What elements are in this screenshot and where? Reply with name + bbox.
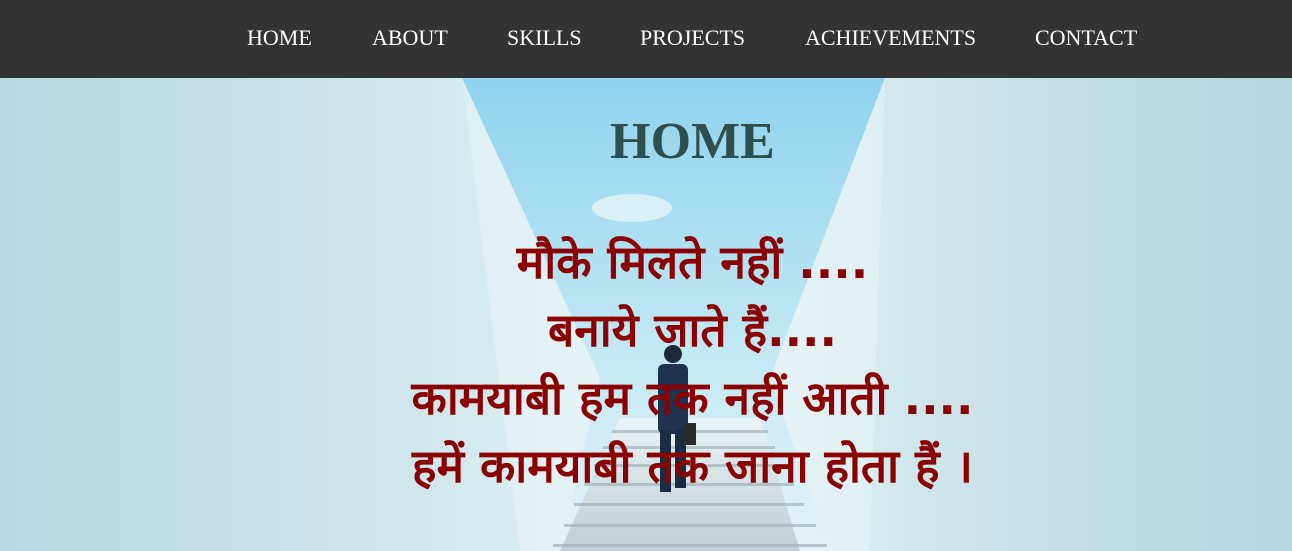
quote-line-1: मौके मिलते नहीं .... xyxy=(516,235,869,289)
nav-about-link[interactable]: ABOUT xyxy=(372,24,448,52)
home-section: HOME मौके मिलते नहीं .... बनाये जाते हैं… xyxy=(0,78,1292,551)
nav-projects-link[interactable]: PROJECTS xyxy=(640,24,745,52)
nav-achievements-link[interactable]: ACHIEVEMENTS xyxy=(805,24,976,52)
quote-line-4: हमें कामयाबी तक जाना होता हैं । xyxy=(412,439,973,493)
nav-contact-link[interactable]: CONTACT xyxy=(1035,24,1137,52)
quote-line-3: कामयाबी हम तक नहीं आती .... xyxy=(411,371,974,425)
page-title: HOME xyxy=(610,113,775,170)
navbar: HOME ABOUT SKILLS PROJECTS ACHIEVEMENTS … xyxy=(0,0,1292,78)
nav-home-link[interactable]: HOME xyxy=(247,24,312,52)
nav-skills-link[interactable]: SKILLS xyxy=(507,24,582,52)
motivational-quote: मौके मिलते नहीं .... बनाये जाते हैं.... … xyxy=(0,228,1292,500)
quote-line-2: बनाये जाते हैं.... xyxy=(547,303,837,357)
